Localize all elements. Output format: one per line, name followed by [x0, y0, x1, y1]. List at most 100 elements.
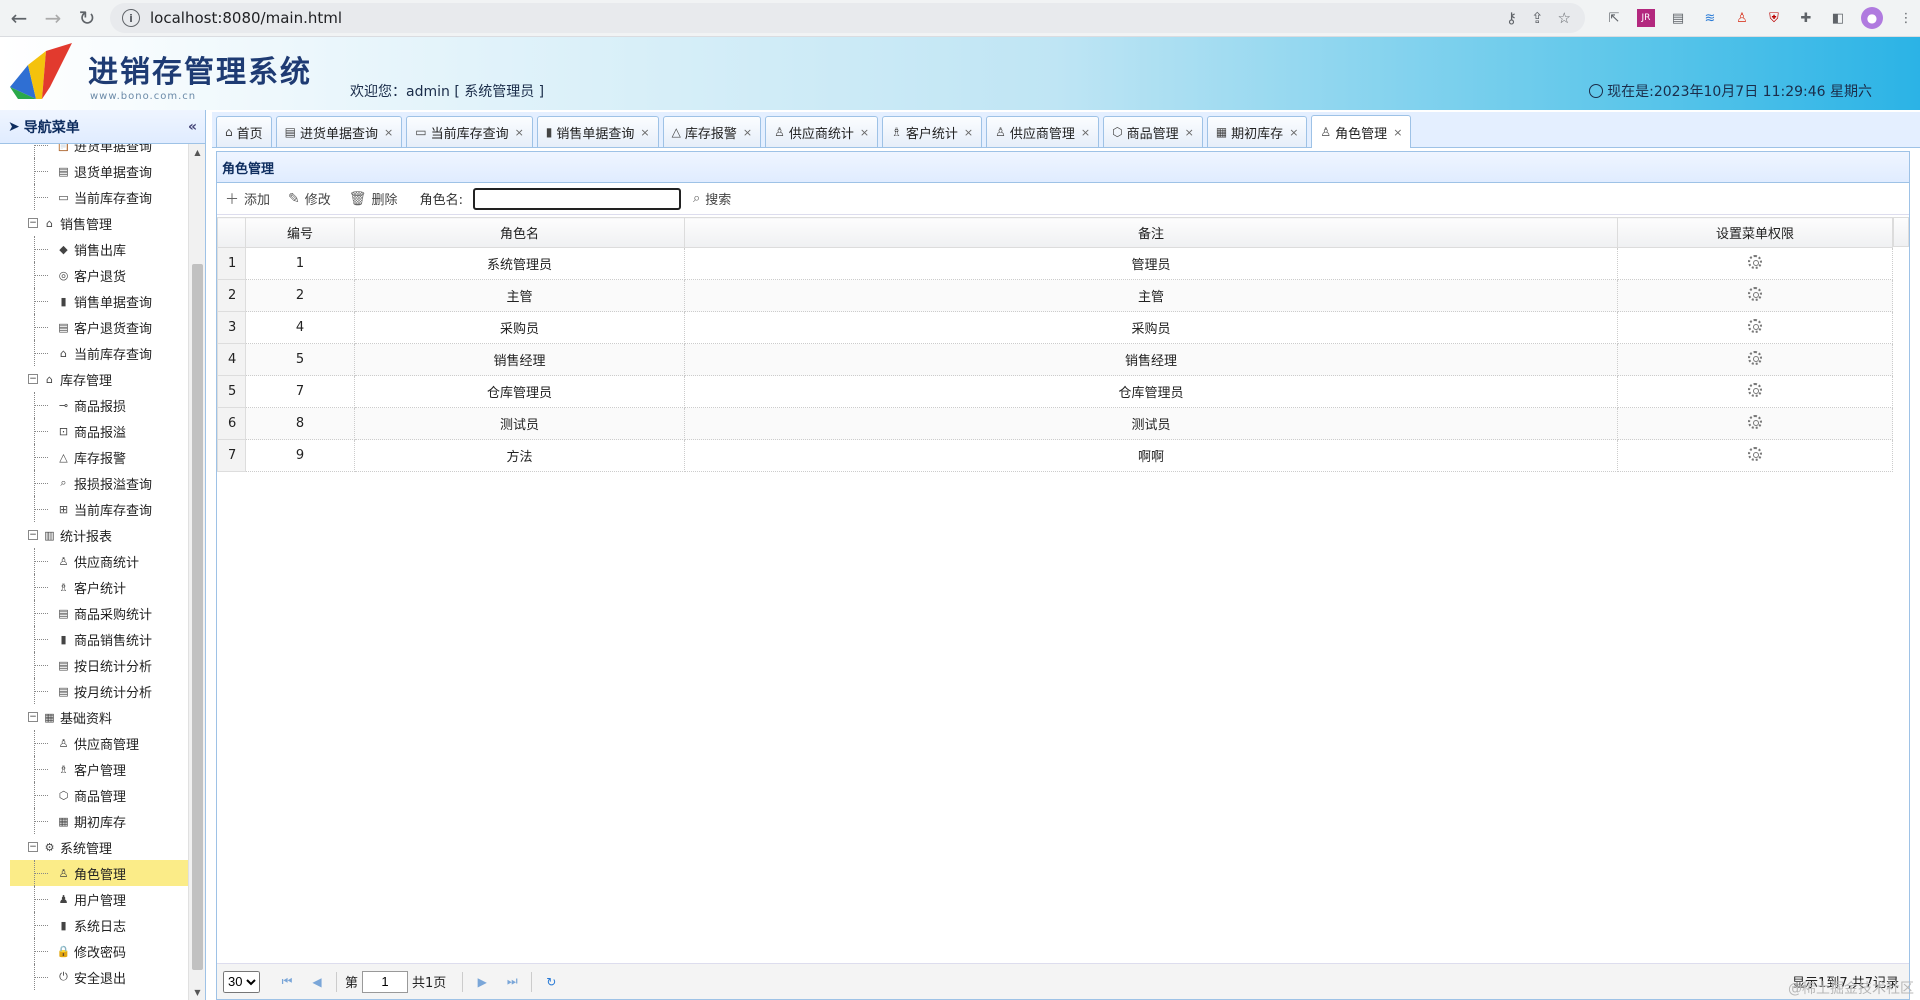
- scroll-down-icon[interactable]: ▼: [189, 984, 206, 1000]
- tree-toggle-icon[interactable]: −: [28, 842, 38, 852]
- gear-icon[interactable]: [1748, 350, 1762, 365]
- scroll-thumb[interactable]: [192, 264, 203, 970]
- site-info-icon[interactable]: i: [122, 9, 140, 27]
- forward-icon[interactable]: →: [38, 3, 68, 33]
- share-icon[interactable]: ⇪: [1531, 9, 1544, 27]
- extension-cursor-icon[interactable]: ⇱: [1605, 9, 1623, 27]
- column-header-remark[interactable]: 备注: [684, 217, 1618, 248]
- extension-jrp-icon[interactable]: JR: [1637, 9, 1655, 27]
- close-tab-icon[interactable]: ×: [964, 126, 973, 139]
- tab[interactable]: ♙ 角色管理 ×: [1311, 115, 1412, 148]
- extension-grid-icon[interactable]: ▤: [1669, 9, 1687, 27]
- gear-icon[interactable]: [1748, 254, 1762, 269]
- address-bar[interactable]: i localhost:8080/main.html ⚷ ⇪ ☆: [110, 3, 1585, 33]
- nav-group[interactable]: − ⌂ 销售管理: [0, 210, 188, 236]
- reload-icon[interactable]: ↻: [72, 3, 102, 33]
- bookmark-star-icon[interactable]: ☆: [1558, 9, 1571, 27]
- nav-item[interactable]: ⊸ 商品报损: [0, 392, 188, 418]
- close-tab-icon[interactable]: ×: [640, 126, 649, 139]
- add-button[interactable]: ＋ 添加: [225, 189, 270, 209]
- role-name-search-input[interactable]: [472, 187, 681, 210]
- gear-icon[interactable]: [1748, 446, 1762, 461]
- column-header-role-name[interactable]: 角色名: [354, 217, 685, 248]
- nav-item[interactable]: ▤ 退货单据查询: [0, 158, 188, 184]
- tree-toggle-icon[interactable]: −: [28, 530, 38, 540]
- extensions-puzzle-icon[interactable]: ✚: [1797, 9, 1815, 27]
- nav-item[interactable]: ♙ 供应商管理: [0, 730, 188, 756]
- last-page-icon[interactable]: ⏭: [501, 974, 523, 989]
- nav-item[interactable]: 🔒 修改密码: [0, 938, 188, 964]
- key-icon[interactable]: ⚷: [1506, 9, 1517, 27]
- extension-layers-icon[interactable]: ≋: [1701, 9, 1719, 27]
- table-row[interactable]: 3 4 采购员 采购员: [217, 311, 1893, 344]
- close-tab-icon[interactable]: ×: [1081, 126, 1090, 139]
- nav-item[interactable]: ⌕ 报损报溢查询: [0, 470, 188, 496]
- nav-item[interactable]: ▮ 系统日志: [0, 912, 188, 938]
- tab[interactable]: ▦ 期初库存 ×: [1206, 116, 1308, 147]
- nav-item[interactable]: ◆ 销售出库: [0, 236, 188, 262]
- tab[interactable]: ▤ 进货单据查询 ×: [275, 116, 403, 147]
- nav-item[interactable]: 📋 进货单据查询: [0, 144, 188, 158]
- close-tab-icon[interactable]: ×: [384, 126, 393, 139]
- nav-item[interactable]: ◎ 客户退货: [0, 262, 188, 288]
- nav-item[interactable]: △ 库存报警: [0, 444, 188, 470]
- tab[interactable]: ▮ 销售单据查询 ×: [536, 116, 659, 147]
- search-button[interactable]: ⌕ 搜索: [693, 189, 731, 208]
- close-tab-icon[interactable]: ×: [743, 126, 752, 139]
- page-number-input[interactable]: [362, 970, 409, 993]
- close-tab-icon[interactable]: ×: [1185, 126, 1194, 139]
- nav-item[interactable]: ♙ 供应商统计: [0, 548, 188, 574]
- close-tab-icon[interactable]: ×: [860, 126, 869, 139]
- table-row[interactable]: 6 8 测试员 测试员: [217, 407, 1893, 440]
- tab[interactable]: ♙ 供应商统计 ×: [765, 116, 879, 147]
- first-page-icon[interactable]: ⏮: [276, 974, 298, 989]
- nav-item[interactable]: ♗ 客户统计: [0, 574, 188, 600]
- nav-item[interactable]: ♙ 角色管理: [10, 860, 188, 886]
- refresh-icon[interactable]: ↻: [540, 975, 562, 989]
- menu-kebab-icon[interactable]: ⋮: [1897, 9, 1915, 27]
- nav-item[interactable]: ▭ 当前库存查询: [0, 184, 188, 210]
- tree-toggle-icon[interactable]: −: [28, 374, 38, 384]
- table-row[interactable]: 4 5 销售经理 销售经理: [217, 343, 1893, 376]
- column-header-menu-permission[interactable]: 设置菜单权限: [1617, 217, 1893, 248]
- scroll-up-icon[interactable]: ▲: [189, 144, 206, 160]
- nav-item[interactable]: ⌂ 当前库存查询: [0, 340, 188, 366]
- nav-item[interactable]: ⬡ 商品管理: [0, 782, 188, 808]
- table-row[interactable]: 2 2 主管 主管: [217, 279, 1893, 312]
- page-size-select[interactable]: 30: [223, 970, 260, 993]
- table-row[interactable]: 1 1 系统管理员 管理员: [217, 247, 1893, 280]
- nav-item[interactable]: ▦ 期初库存: [0, 808, 188, 834]
- table-row[interactable]: 7 9 方法 啊啊: [217, 439, 1893, 472]
- nav-item[interactable]: ▤ 商品采购统计: [0, 600, 188, 626]
- tab[interactable]: ⌂ 首页: [216, 116, 272, 147]
- gear-icon[interactable]: [1748, 382, 1762, 397]
- nav-item[interactable]: ♟ 用户管理: [0, 886, 188, 912]
- tab[interactable]: ♗ 客户统计 ×: [882, 116, 983, 147]
- nav-group[interactable]: − ⌂ 库存管理: [0, 366, 188, 392]
- table-row[interactable]: 5 7 仓库管理员 仓库管理员: [217, 375, 1893, 408]
- nav-item[interactable]: ▮ 销售单据查询: [0, 288, 188, 314]
- sidebar-scrollbar[interactable]: ▲ ▼: [188, 144, 205, 1000]
- tab[interactable]: △ 库存报警 ×: [662, 116, 762, 147]
- tab[interactable]: ♙ 供应商管理 ×: [986, 116, 1100, 147]
- extension-shield-icon[interactable]: ⛨: [1765, 9, 1783, 27]
- nav-item[interactable]: ⊡ 商品报溢: [0, 418, 188, 444]
- column-header-id[interactable]: 编号: [245, 217, 355, 248]
- nav-item[interactable]: ⊞ 当前库存查询: [0, 496, 188, 522]
- edit-button[interactable]: ✎ 修改: [288, 189, 331, 209]
- tab[interactable]: ▭ 当前库存查询 ×: [406, 116, 533, 147]
- tree-toggle-icon[interactable]: −: [28, 218, 38, 228]
- close-tab-icon[interactable]: ×: [1289, 126, 1298, 139]
- close-tab-icon[interactable]: ×: [1393, 126, 1402, 139]
- nav-item[interactable]: ♗ 客户管理: [0, 756, 188, 782]
- profile-avatar-icon[interactable]: ●: [1861, 7, 1883, 29]
- nav-group[interactable]: − ▥ 统计报表: [0, 522, 188, 548]
- tab[interactable]: ⬡ 商品管理 ×: [1103, 116, 1203, 147]
- delete-button[interactable]: 🗑 删除: [349, 189, 398, 209]
- side-panel-icon[interactable]: ◧: [1829, 9, 1847, 27]
- collapse-sidebar-icon[interactable]: «: [188, 119, 197, 135]
- gear-icon[interactable]: [1748, 414, 1762, 429]
- extension-person-icon[interactable]: ♙: [1733, 9, 1751, 27]
- back-icon[interactable]: ←: [4, 3, 34, 33]
- next-page-icon[interactable]: ▶: [471, 975, 493, 989]
